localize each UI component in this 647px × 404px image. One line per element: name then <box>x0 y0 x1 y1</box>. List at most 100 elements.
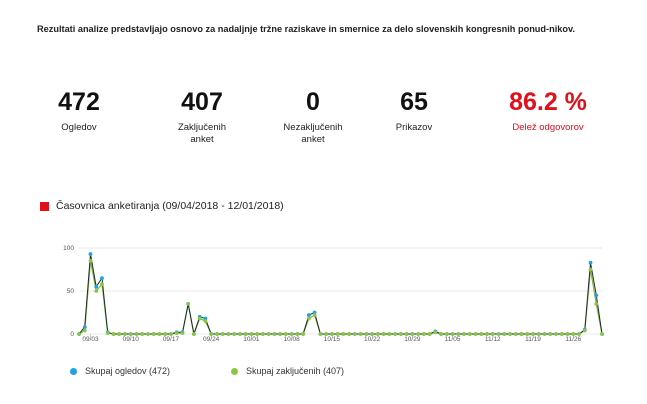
series-point[interactable] <box>82 325 87 330</box>
series-point[interactable] <box>565 332 570 336</box>
series-point[interactable] <box>462 332 466 336</box>
series-point[interactable] <box>427 332 432 336</box>
series-point[interactable] <box>100 282 104 287</box>
series-point[interactable] <box>88 259 93 263</box>
series-point[interactable] <box>192 332 196 336</box>
series-point[interactable] <box>324 332 329 336</box>
series-point[interactable] <box>352 332 357 336</box>
series-point[interactable] <box>456 332 461 336</box>
series-point[interactable] <box>588 260 593 265</box>
series-point[interactable] <box>329 332 334 336</box>
series-point[interactable] <box>318 332 323 336</box>
series-point[interactable] <box>128 332 133 336</box>
series-point[interactable] <box>134 332 139 336</box>
series-point[interactable] <box>312 313 317 317</box>
series-point[interactable] <box>490 332 495 336</box>
series-point[interactable] <box>536 332 541 336</box>
series-point[interactable] <box>577 332 581 336</box>
series-point[interactable] <box>203 319 208 323</box>
series-point[interactable] <box>226 332 231 336</box>
series-point[interactable] <box>180 331 185 336</box>
series-point[interactable] <box>232 332 237 336</box>
series-point[interactable] <box>88 252 93 256</box>
series-point[interactable] <box>519 332 524 336</box>
series-point[interactable] <box>295 332 300 336</box>
series-point[interactable] <box>289 332 294 336</box>
series-point[interactable] <box>123 332 127 336</box>
series-point[interactable] <box>266 332 271 336</box>
series-point[interactable] <box>531 332 535 336</box>
series-point[interactable] <box>215 332 219 336</box>
series-point[interactable] <box>467 332 472 336</box>
series-point[interactable] <box>272 332 277 336</box>
series-point[interactable] <box>335 332 340 336</box>
series-point[interactable] <box>594 302 599 306</box>
series-point[interactable] <box>77 332 81 336</box>
series-point[interactable] <box>554 332 558 336</box>
series-point[interactable] <box>588 267 593 272</box>
series-point[interactable] <box>559 332 564 336</box>
legend-item-views[interactable]: Skupaj ogledov (472) <box>70 366 170 376</box>
series-point[interactable] <box>284 332 288 336</box>
series-point[interactable] <box>278 332 283 336</box>
series-point[interactable] <box>375 332 380 336</box>
series-point[interactable] <box>238 332 242 336</box>
series-point[interactable] <box>209 332 214 336</box>
series-point[interactable] <box>306 313 311 317</box>
series-point[interactable] <box>261 332 265 336</box>
series-point[interactable] <box>370 332 375 336</box>
series-point[interactable] <box>594 293 599 298</box>
series-point[interactable] <box>508 332 512 336</box>
series-point[interactable] <box>197 316 202 321</box>
series-point[interactable] <box>548 332 553 336</box>
series-point[interactable] <box>94 284 99 289</box>
series-point[interactable] <box>174 331 179 336</box>
series-point[interactable] <box>513 332 518 336</box>
series-point[interactable] <box>525 332 530 336</box>
series-point[interactable] <box>341 332 346 336</box>
series-point[interactable] <box>433 330 438 335</box>
series-point[interactable] <box>410 332 415 336</box>
series-point[interactable] <box>94 289 99 293</box>
series-point[interactable] <box>358 332 363 336</box>
series-point[interactable] <box>163 332 168 336</box>
series-point[interactable] <box>100 276 104 280</box>
series-point[interactable] <box>404 332 409 336</box>
series-point[interactable] <box>186 302 191 306</box>
series-point[interactable] <box>582 328 587 333</box>
series-point[interactable] <box>381 332 386 336</box>
legend-item-completed[interactable]: Skupaj zaključenih (407) <box>231 366 344 376</box>
series-point[interactable] <box>542 332 547 336</box>
series-point[interactable] <box>105 331 110 336</box>
series-point[interactable] <box>140 332 145 336</box>
series-point[interactable] <box>393 332 397 336</box>
series-point[interactable] <box>398 332 403 336</box>
series-point[interactable] <box>111 332 116 336</box>
series-point[interactable] <box>444 332 449 336</box>
series-point[interactable] <box>439 332 443 336</box>
series-point[interactable] <box>249 332 254 336</box>
series-point[interactable] <box>496 332 501 336</box>
series-point[interactable] <box>387 332 392 336</box>
series-point[interactable] <box>347 332 352 336</box>
series-point[interactable] <box>473 332 478 336</box>
series-point[interactable] <box>82 328 87 333</box>
series-point[interactable] <box>421 332 426 336</box>
series-point[interactable] <box>416 332 420 336</box>
series-point[interactable] <box>220 332 225 336</box>
series-point[interactable] <box>600 332 604 336</box>
series-point[interactable] <box>502 332 507 336</box>
series-point[interactable] <box>151 332 156 336</box>
series-point[interactable] <box>306 316 311 321</box>
series-point[interactable] <box>146 332 150 336</box>
series-point[interactable] <box>255 332 260 336</box>
series-point[interactable] <box>169 332 173 336</box>
series-point[interactable] <box>243 332 248 336</box>
series-point[interactable] <box>479 332 484 336</box>
series-point[interactable] <box>117 332 122 336</box>
series-point[interactable] <box>571 332 576 336</box>
series-point[interactable] <box>485 332 489 336</box>
series-point[interactable] <box>301 332 306 336</box>
series-point[interactable] <box>450 332 455 336</box>
series-point[interactable] <box>364 332 369 336</box>
